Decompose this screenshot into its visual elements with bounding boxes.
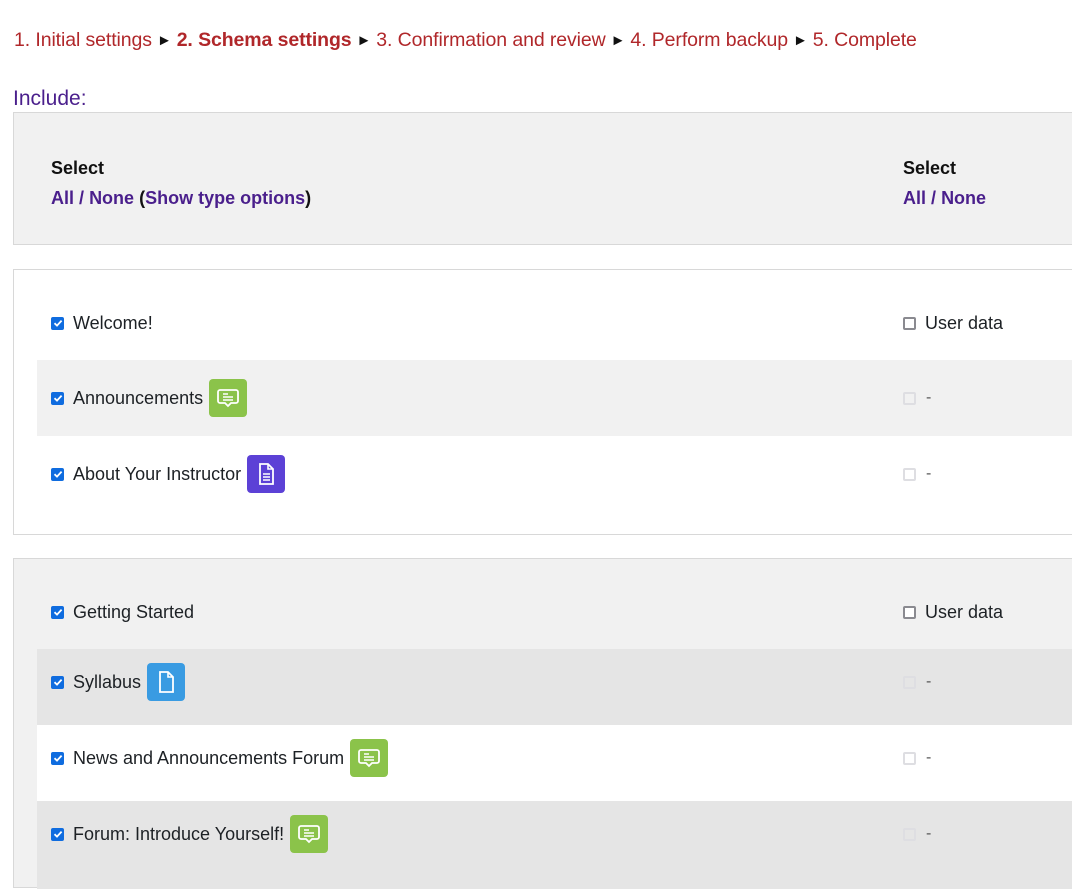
select-title: Select bbox=[903, 158, 957, 178]
section-welcome: Welcome! User data Announcements - About… bbox=[13, 269, 1072, 535]
section-name: Getting Started bbox=[73, 601, 195, 622]
select-include-column: Select All / None (Show type options) bbox=[51, 153, 311, 213]
include-activity-checkbox[interactable] bbox=[51, 467, 64, 481]
select-userdata-column: Select All / None bbox=[903, 153, 986, 213]
select-none-userdata-link[interactable]: None bbox=[941, 188, 986, 208]
userdata-na: - bbox=[926, 389, 932, 406]
activity-userdata-checkbox bbox=[903, 467, 916, 481]
activity-name: Announcements bbox=[73, 387, 204, 408]
userdata-na: - bbox=[926, 673, 932, 690]
userdata-na: - bbox=[926, 465, 932, 482]
select-none-link[interactable]: None bbox=[89, 188, 134, 208]
userdata-na: - bbox=[926, 749, 932, 766]
step-separator-icon: ► bbox=[356, 32, 372, 49]
activity-row: Forum: Introduce Yourself! - bbox=[37, 801, 1072, 889]
step-separator-icon: ► bbox=[156, 32, 172, 49]
userdata-label: User data bbox=[925, 312, 1004, 333]
activity-row: News and Announcements Forum - bbox=[37, 725, 1072, 801]
step-separator-icon: ► bbox=[793, 32, 808, 49]
include-section-checkbox[interactable] bbox=[51, 605, 64, 619]
section-getting-started: Getting Started User data Syllabus - New… bbox=[13, 558, 1072, 889]
show-type-options-link[interactable]: Show type options bbox=[145, 188, 305, 208]
section-header-row: Getting Started User data bbox=[37, 593, 1072, 631]
section-userdata-checkbox[interactable] bbox=[903, 605, 916, 619]
step-separator-icon: ► bbox=[610, 32, 626, 49]
select-all-userdata-link[interactable]: All bbox=[903, 188, 926, 208]
backup-progress-bar: 1. Initial settings ► 2. Schema settings ► 3… bbox=[14, 29, 917, 52]
select-all-link[interactable]: All bbox=[51, 188, 74, 208]
step-schema-settings: 2. Schema settings bbox=[176, 29, 352, 51]
activity-userdata-checkbox bbox=[903, 391, 916, 405]
step-complete: 5. Complete bbox=[812, 29, 917, 51]
activity-name: News and Announcements Forum bbox=[73, 747, 345, 768]
forum-icon bbox=[350, 739, 389, 777]
forum-icon bbox=[209, 379, 248, 417]
include-activity-checkbox[interactable] bbox=[51, 675, 64, 689]
section-header-row: Welcome! User data bbox=[37, 304, 1072, 342]
section-userdata-checkbox[interactable] bbox=[903, 316, 916, 330]
link-separator: / bbox=[931, 188, 937, 208]
activity-userdata-checkbox bbox=[903, 827, 916, 841]
link-separator: / bbox=[79, 188, 85, 208]
activity-row: Syllabus - bbox=[37, 649, 1072, 725]
userdata-label: User data bbox=[925, 601, 1004, 622]
include-activity-checkbox[interactable] bbox=[51, 391, 64, 405]
include-activity-checkbox[interactable] bbox=[51, 751, 64, 765]
step-initial-settings[interactable]: 1. Initial settings bbox=[14, 29, 152, 51]
activity-userdata-checkbox bbox=[903, 675, 916, 689]
step-perform-backup: 4. Perform backup bbox=[630, 29, 789, 51]
activity-name: Syllabus bbox=[73, 671, 142, 692]
select-all-none-header: Select All / None (Show type options) Se… bbox=[13, 112, 1072, 245]
include-section-checkbox[interactable] bbox=[51, 316, 64, 330]
close-paren: ) bbox=[305, 188, 312, 208]
activity-row: About Your Instructor - bbox=[37, 436, 1072, 512]
step-confirmation-review: 3. Confirmation and review bbox=[376, 29, 606, 51]
include-activity-checkbox[interactable] bbox=[51, 827, 64, 841]
userdata-na: - bbox=[926, 825, 932, 842]
include-heading: Include: bbox=[13, 87, 87, 110]
activity-row: Announcements - bbox=[37, 360, 1072, 436]
page-icon bbox=[247, 455, 286, 493]
section-name: Welcome! bbox=[73, 312, 153, 333]
file-icon bbox=[147, 663, 186, 701]
activity-userdata-checkbox bbox=[903, 751, 916, 765]
activity-name: About Your Instructor bbox=[73, 463, 242, 484]
forum-icon bbox=[290, 815, 329, 853]
select-title: Select bbox=[51, 158, 105, 178]
activity-name: Forum: Introduce Yourself! bbox=[73, 823, 285, 844]
